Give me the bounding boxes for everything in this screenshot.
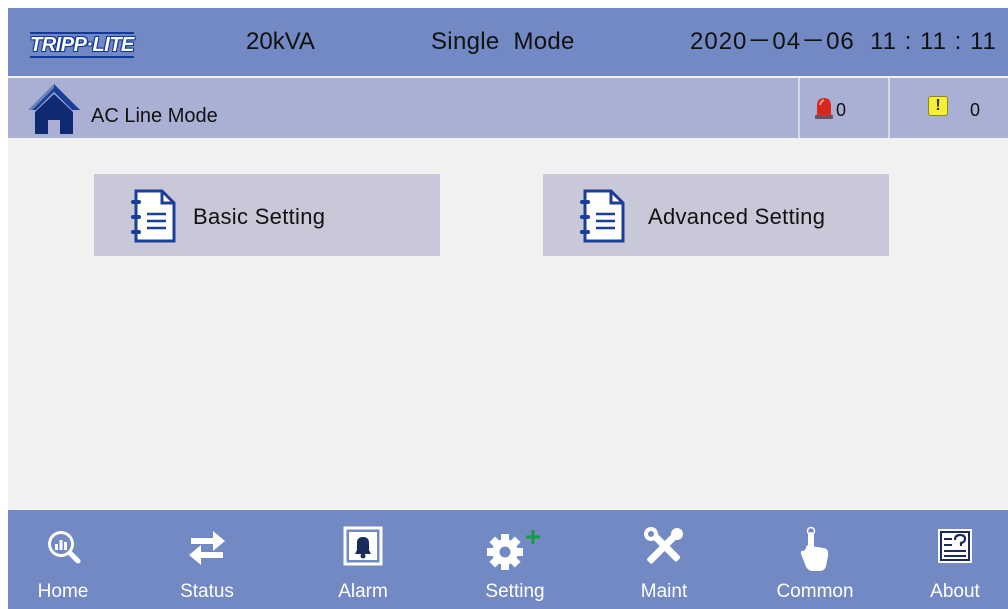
brand-logo: TRIPP·LITE	[30, 32, 134, 58]
nav-common[interactable]: Common	[755, 510, 875, 609]
ups-screen: TRIPP·LITE 20kVA Single Mode 2020－04－06 …	[8, 8, 1008, 609]
nav-maint[interactable]: Maint	[604, 510, 724, 609]
nav-home-label: Home	[37, 581, 89, 602]
line-mode-status: AC Line Mode	[91, 105, 218, 127]
header-bar: TRIPP·LITE 20kVA Single Mode 2020－04－06 …	[8, 8, 1008, 76]
help-document-icon	[935, 526, 975, 571]
status-bar: AC Line Mode 0 ! 0	[8, 78, 1008, 138]
warning-icon: !	[928, 96, 948, 116]
document-icon	[126, 188, 178, 249]
nav-about-label: About	[930, 581, 980, 602]
siren-icon	[814, 96, 834, 125]
nav-setting-label: Setting	[485, 581, 545, 602]
bell-icon	[343, 526, 383, 571]
nav-maint-label: Maint	[640, 581, 688, 602]
nav-status-label: Status	[180, 581, 234, 602]
tools-icon	[644, 526, 684, 571]
nav-alarm[interactable]: Alarm	[303, 510, 423, 609]
operating-mode-label: Single Mode	[431, 28, 575, 55]
datetime-label: 2020－04－06 11 : 11 : 11	[690, 28, 997, 55]
advanced-setting-label: Advanced Setting	[648, 204, 826, 229]
basic-setting-button[interactable]: Basic Setting	[94, 174, 440, 256]
hand-pointer-icon	[798, 526, 832, 577]
advanced-setting-button[interactable]: Advanced Setting	[543, 174, 889, 256]
nav-about[interactable]: About	[895, 510, 1008, 609]
nav-setting[interactable]: Setting	[455, 510, 575, 609]
home-icon[interactable]	[26, 80, 82, 141]
nav-home[interactable]: Home	[8, 510, 123, 609]
warning-count: 0	[970, 100, 981, 120]
document-icon	[575, 188, 627, 249]
nav-status[interactable]: Status	[147, 510, 267, 609]
bottom-nav: Home Status Alarm Setting Maint Common A…	[8, 510, 1008, 609]
gear-plus-icon	[480, 526, 550, 575]
nav-common-label: Common	[776, 581, 854, 602]
magnifier-chart-icon	[43, 526, 83, 571]
basic-setting-label: Basic Setting	[193, 204, 326, 229]
alarm-count: 0	[836, 100, 847, 120]
alarm-indicator[interactable]: 0	[798, 78, 890, 138]
nav-alarm-label: Alarm	[338, 581, 388, 602]
capacity-label: 20kVA	[246, 28, 315, 55]
swap-arrows-icon	[187, 526, 227, 571]
